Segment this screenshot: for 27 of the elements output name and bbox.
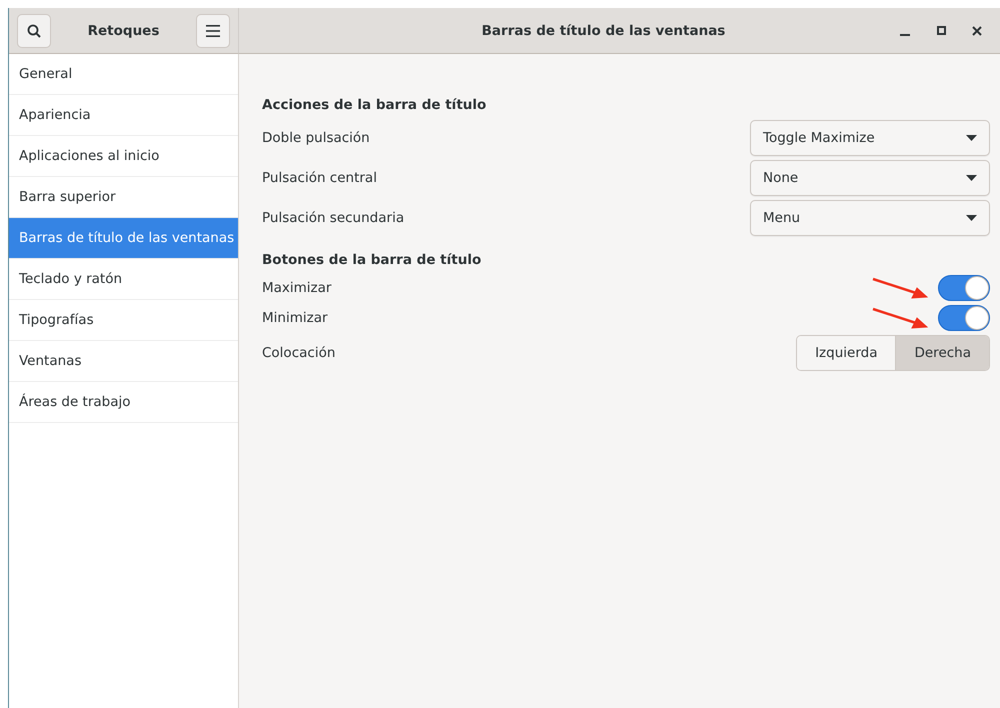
maximize-icon [936,26,946,35]
dropdown[interactable]: None [750,160,990,196]
dropdown[interactable]: Toggle Maximize [750,120,990,156]
search-button[interactable] [17,14,51,48]
dropdown[interactable]: Menu [750,200,990,236]
caret-icon [966,175,977,181]
toggle-switch[interactable] [938,305,990,331]
window-title: Barras de título de las ventanas [480,22,726,38]
menu-button[interactable] [196,14,230,48]
setting-label: Doble pulsación [262,130,370,146]
section-heading: Acciones de la barra de título [262,96,488,115]
setting-label: Colocación [262,345,336,361]
setting-label: Pulsación central [262,170,377,186]
toggle-switch[interactable] [938,275,990,301]
setting-label: Maximizar [262,280,332,296]
menu-icon [206,24,220,36]
close-icon [972,26,982,36]
caret-icon [966,215,977,221]
app-title: Retoques [86,22,160,38]
setting-label: Minimizar [262,310,328,326]
sidebar-item[interactable]: Barras de título de las ventanas [9,218,238,259]
caret-icon [966,135,977,141]
minimize-icon [900,34,910,36]
section-heading: Botones de la barra de título [262,251,482,270]
setting-label: Pulsación secundaria [262,210,404,226]
segment-button[interactable]: Derecha [895,336,989,370]
search-icon [27,24,41,38]
